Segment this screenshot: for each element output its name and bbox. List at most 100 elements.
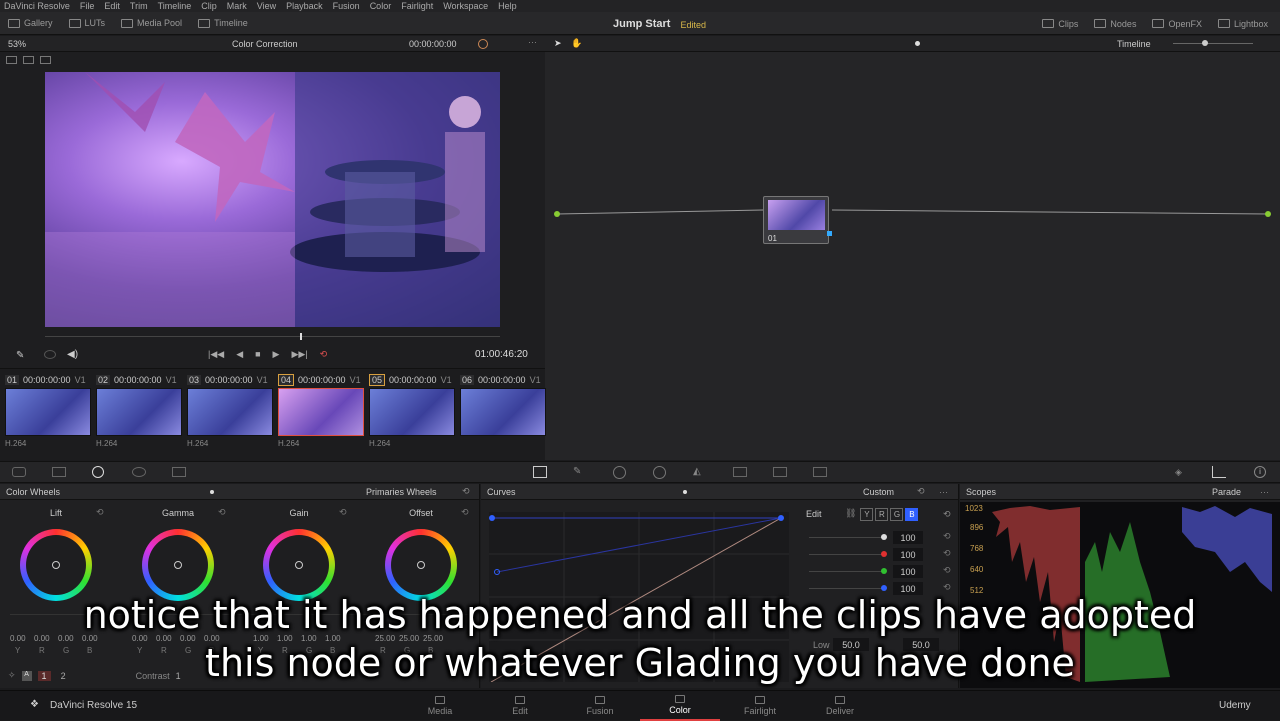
tracker-icon[interactable] [653, 466, 666, 479]
channel-y-button[interactable]: Y [860, 508, 874, 521]
loop-icon[interactable]: ⟲ [320, 349, 328, 360]
intensity-value-field[interactable]: 100 [893, 548, 923, 561]
clip-thumbnail[interactable] [369, 388, 455, 436]
wipe-icon[interactable] [40, 56, 51, 64]
magic-mask-icon[interactable]: ◭ [693, 466, 701, 477]
menu-item-color[interactable]: Color [370, 1, 392, 11]
channel-g-button[interactable]: G [890, 508, 904, 521]
curves-icon[interactable] [533, 466, 547, 478]
scrubber-playhead[interactable] [299, 333, 302, 340]
qualifier-icon[interactable]: ✎ [573, 466, 581, 477]
motion-effects-icon[interactable] [172, 467, 186, 477]
gallery-button[interactable]: Gallery [0, 12, 61, 35]
menu-item-clip[interactable]: Clip [201, 1, 217, 11]
scopes-more-icon[interactable]: ··· [1260, 487, 1269, 497]
lightbox-button[interactable]: Lightbox [1210, 12, 1276, 35]
split-view-icon[interactable] [23, 56, 34, 64]
timeline-button[interactable]: Timeline [190, 12, 256, 35]
intensity-reset-icon[interactable]: ⟲ [943, 548, 951, 559]
menu-item-trim[interactable]: Trim [130, 1, 148, 11]
color-picker-icon[interactable] [478, 39, 488, 49]
clip-item[interactable]: 04 00:00:00:00 V1 H.264 [278, 374, 364, 448]
rgb-mixer-icon[interactable] [132, 467, 146, 477]
eyedropper-icon[interactable]: ✎ [16, 350, 24, 361]
intensity-slider[interactable] [809, 571, 884, 572]
info-toggle-icon[interactable]: ◈ [1175, 467, 1182, 478]
scopes-mode-select[interactable]: Parade [1212, 487, 1241, 497]
intensity-slider[interactable] [809, 588, 884, 589]
node-mode-select[interactable]: Timeline [1117, 39, 1151, 49]
window-icon[interactable] [613, 466, 626, 479]
intensity-slider-handle[interactable] [881, 551, 887, 557]
menu-item-workspace[interactable]: Workspace [443, 1, 488, 11]
go-to-end-icon[interactable]: ▶▶| [291, 349, 307, 360]
clip-thumbnail[interactable] [5, 388, 91, 436]
node-editor[interactable]: 01 [545, 52, 1280, 460]
menu-item-app[interactable]: DaVinci Resolve [4, 1, 70, 11]
media-pool-button[interactable]: Media Pool [113, 12, 190, 35]
luts-button[interactable]: LUTs [61, 12, 114, 35]
intensity-slider-handle[interactable] [881, 568, 887, 574]
viewer-mode-select[interactable]: Color Correction [232, 39, 298, 49]
page-tab-deliver[interactable]: Deliver [800, 691, 880, 721]
wheel-center-handle[interactable] [417, 561, 425, 569]
wheel-reset-icon[interactable]: ⟲ [218, 507, 226, 518]
curves-reset-icon[interactable]: ⟲ [917, 486, 925, 497]
channel-r-button[interactable]: R [875, 508, 889, 521]
openfx-button[interactable]: OpenFX [1144, 12, 1210, 35]
menu-item-mark[interactable]: Mark [227, 1, 247, 11]
clip-item[interactable]: 02 00:00:00:00 V1 H.264 [96, 374, 182, 448]
channel-b-button[interactable]: B [905, 508, 919, 521]
single-view-icon[interactable] [6, 56, 17, 64]
volume-icon[interactable]: ◀) [67, 349, 78, 360]
intensity-reset-icon[interactable]: ⟲ [943, 531, 951, 542]
blur-icon[interactable] [733, 467, 747, 477]
sizing-icon[interactable] [813, 467, 827, 477]
wheel-reset-icon[interactable]: ⟲ [461, 507, 469, 518]
clip-item[interactable]: 05 00:00:00:00 V1 H.264 [369, 374, 455, 448]
page-tab-fusion[interactable]: Fusion [560, 691, 640, 721]
wheel-center-handle[interactable] [52, 561, 60, 569]
viewer-image[interactable] [45, 72, 500, 327]
zoom-level[interactable]: 53% [8, 39, 26, 49]
menu-item-file[interactable]: File [80, 1, 95, 11]
clip-thumbnail[interactable] [278, 388, 364, 436]
page-tab-edit[interactable]: Edit [480, 691, 560, 721]
intensity-slider[interactable] [809, 554, 884, 555]
menu-item-view[interactable]: View [257, 1, 276, 11]
scopes-icon[interactable] [1212, 466, 1226, 478]
scrubber-track[interactable] [45, 333, 500, 340]
page-tab-fairlight[interactable]: Fairlight [720, 691, 800, 721]
intensity-reset-icon[interactable]: ⟲ [943, 565, 951, 576]
camera-raw-icon[interactable] [12, 467, 26, 477]
link-icon[interactable]: ⛓ [845, 508, 856, 521]
play-icon[interactable]: ▶ [273, 349, 280, 360]
nodes-button[interactable]: Nodes [1086, 12, 1144, 35]
pointer-tool-icon[interactable]: ➤ [554, 38, 562, 49]
more-options-icon[interactable]: ··· [528, 37, 537, 47]
key-icon[interactable] [773, 467, 787, 477]
corrector-node[interactable]: 01 [763, 196, 832, 244]
page-tab-color[interactable]: Color [640, 691, 720, 721]
wheel-reset-icon[interactable]: ⟲ [96, 507, 104, 518]
zoom-slider[interactable] [1173, 43, 1253, 44]
intensity-value-field[interactable]: 100 [893, 531, 923, 544]
highlight-icon[interactable] [44, 350, 56, 359]
menu-item-playback[interactable]: Playback [286, 1, 323, 11]
curves-more-icon[interactable]: ··· [939, 487, 948, 497]
intensity-slider[interactable] [809, 537, 884, 538]
menu-item-fusion[interactable]: Fusion [333, 1, 360, 11]
color-match-icon[interactable] [52, 467, 66, 477]
wheel-center-handle[interactable] [295, 561, 303, 569]
zoom-slider-handle[interactable] [1202, 40, 1208, 46]
curves-mode-select[interactable]: Custom [863, 487, 894, 497]
clip-thumbnail[interactable] [96, 388, 182, 436]
intensity-value-field[interactable]: 100 [893, 565, 923, 578]
clip-item[interactable]: 03 00:00:00:00 V1 H.264 [187, 374, 273, 448]
play-reverse-icon[interactable]: ◀ [236, 349, 243, 360]
hand-tool-icon[interactable]: ✋ [571, 38, 582, 49]
node-output-key[interactable] [827, 231, 832, 236]
clip-thumbnail[interactable] [460, 388, 546, 436]
menu-item-help[interactable]: Help [498, 1, 517, 11]
wheel-center-handle[interactable] [174, 561, 182, 569]
